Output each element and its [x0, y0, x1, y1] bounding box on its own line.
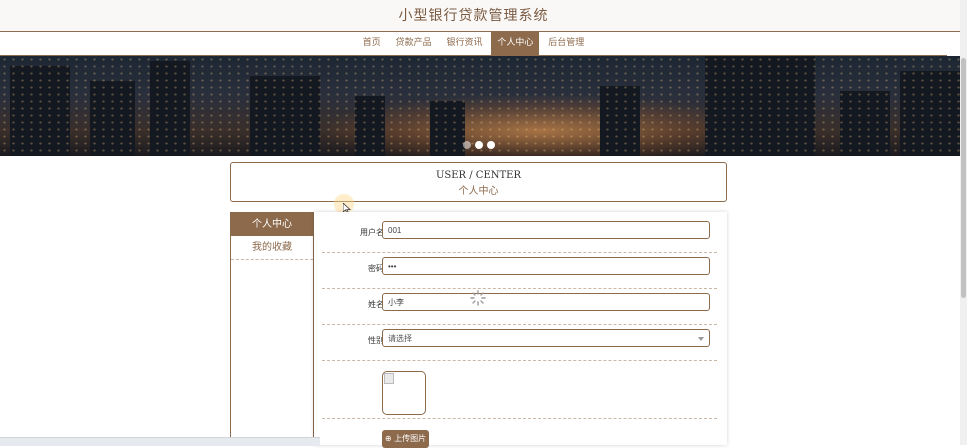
upload-image-button[interactable]: ⊕ 上传图片 [382, 430, 429, 448]
carousel-dot-3[interactable] [487, 141, 495, 149]
nav-item-home[interactable]: 首页 [357, 32, 387, 55]
page-scrollbar[interactable] [960, 0, 967, 445]
gender-label: 性别 [368, 336, 384, 345]
user-center-title-cn: 个人中心 [458, 186, 499, 197]
password-label: 密码 [368, 264, 384, 273]
upload-button-label: 上传图片 [394, 434, 427, 443]
sidebar-item-personal-center[interactable]: 个人中心 [231, 213, 313, 236]
gender-select-value: 请选择 [388, 334, 412, 343]
upload-icon: ⊕ [384, 434, 392, 443]
broken-image-icon [384, 373, 394, 384]
site-title: 小型银行贷款管理系统 [398, 8, 549, 24]
profile-form: 用户名 001 密码 ••• 姓名 小李 性别 请选择 ⊕ 上传图片 [314, 212, 727, 448]
username-input[interactable]: 001 [382, 221, 710, 239]
username-label: 用户名 [360, 228, 384, 237]
banner-carousel [0, 56, 960, 156]
top-header: 小型银行贷款管理系统 [0, 0, 967, 32]
scrollbar-thumb[interactable] [961, 58, 966, 298]
form-row-username: 用户名 001 [322, 216, 717, 253]
name-label: 姓名 [368, 300, 384, 309]
sidebar-menu: 个人中心 我的收藏 [230, 212, 314, 446]
nav-item-bank-news[interactable]: 银行资讯 [440, 32, 488, 55]
carousel-dot-2[interactable] [475, 141, 483, 149]
sidebar-item-favorites[interactable]: 我的收藏 [231, 236, 313, 260]
form-row-gender: 性别 请选择 [322, 324, 717, 361]
avatar-image-preview [382, 371, 426, 415]
gender-select[interactable]: 请选择 [382, 329, 710, 347]
nav-item-personal-center[interactable]: 个人中心 [491, 32, 540, 55]
user-center-title-en: USER / CENTER [435, 170, 522, 181]
nav-item-admin[interactable]: 后台管理 [542, 32, 590, 55]
form-row-password: 密码 ••• [322, 252, 717, 289]
carousel-dot-1[interactable] [463, 141, 471, 149]
nav-item-loan-products[interactable]: 贷款产品 [390, 32, 438, 55]
form-row-name: 姓名 小李 [322, 288, 717, 325]
user-center-header: USER / CENTER 个人中心 [230, 162, 727, 202]
main-nav: 首页 贷款产品 银行资讯 个人中心 后台管理 [0, 32, 947, 56]
chevron-down-icon [698, 337, 704, 341]
loading-spinner-icon [470, 290, 486, 306]
password-input[interactable]: ••• [382, 257, 710, 275]
name-input[interactable]: 小李 [382, 293, 710, 311]
